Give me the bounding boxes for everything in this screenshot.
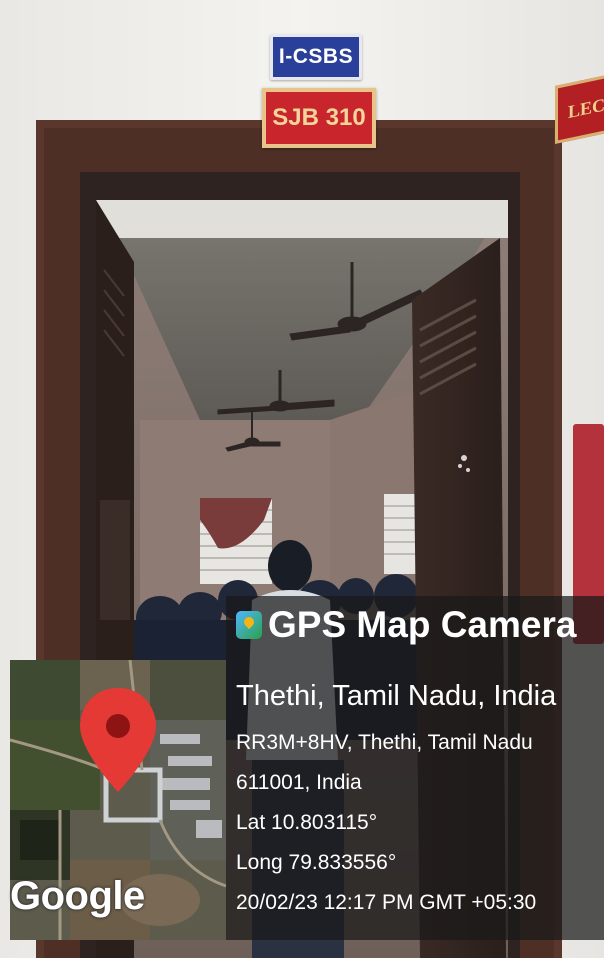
app-name: GPS Map Camera [268, 604, 577, 645]
department-sign: I-CSBS [270, 34, 362, 80]
google-logo: Google [10, 874, 145, 918]
latitude: Lat 10.803115° [236, 811, 378, 834]
longitude: Long 79.833556° [236, 851, 397, 874]
timestamp: 20/02/23 12:17 PM GMT +05:30 [236, 891, 537, 914]
app-title: GPS Map Camera [236, 604, 576, 646]
photo-scene: I-CSBS SJB 310 LECT Google GPS Map Camer… [0, 0, 604, 958]
room-number-sign: SJB 310 [262, 88, 376, 148]
gps-map-camera-icon [236, 611, 262, 639]
address-line-1: RR3M+8HV, Thethi, Tamil Nadu [236, 731, 533, 754]
gps-info-panel [226, 596, 604, 940]
place-name: Thethi, Tamil Nadu, India [236, 680, 557, 712]
address-line-2: 611001, India [236, 771, 362, 794]
